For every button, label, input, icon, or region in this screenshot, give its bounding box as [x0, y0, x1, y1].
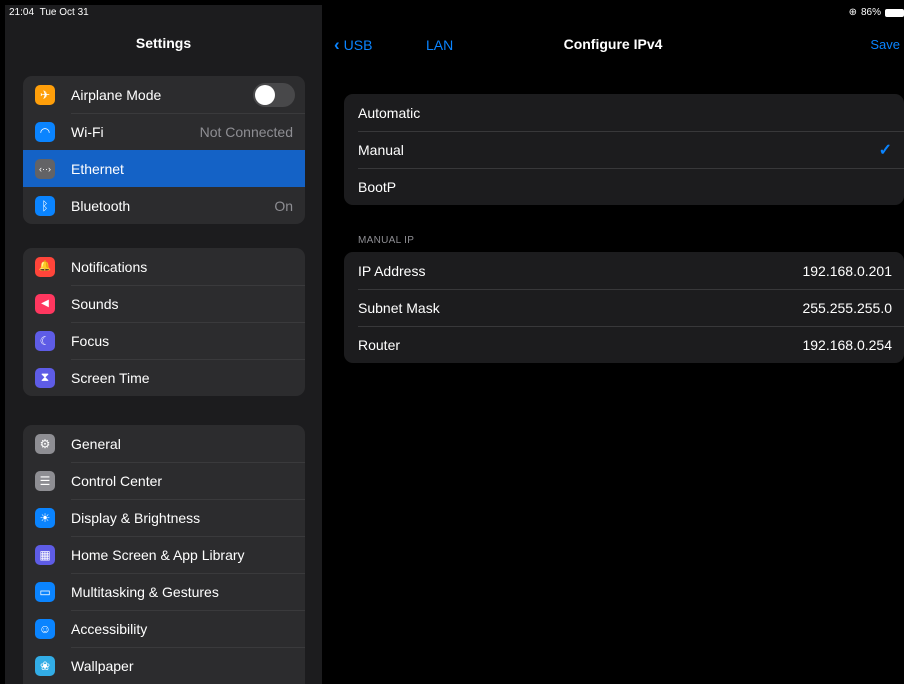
battery-icon: [885, 8, 904, 17]
subnet-mask-field[interactable]: Subnet Mask 255.255.255.0: [344, 289, 904, 326]
multitasking-icon: ▭: [35, 581, 55, 602]
sidebar-item-general[interactable]: ⚙ General: [23, 425, 305, 462]
screen-time-icon: ⧗: [35, 367, 55, 388]
router-value[interactable]: 192.168.0.254: [802, 337, 892, 353]
wallpaper-icon: ❀: [35, 655, 55, 676]
sidebar-item-notifications[interactable]: 🔔 Notifications: [23, 248, 305, 285]
sidebar-item-label: Accessibility: [71, 620, 148, 637]
sidebar-item-label: Focus: [71, 332, 110, 349]
mode-option-bootp[interactable]: BootP: [344, 168, 904, 205]
ethernet-icon: ‹··›: [35, 158, 55, 179]
sidebar-item-airplane-mode[interactable]: ✈ Airplane Mode: [23, 76, 305, 113]
mode-option-label: Manual: [358, 141, 404, 158]
accessibility-icon: ☺: [35, 618, 55, 639]
field-label: IP Address: [358, 262, 426, 279]
field-label: Router: [358, 336, 401, 353]
ip-address-field[interactable]: IP Address 192.168.0.201: [344, 252, 904, 289]
airplane-icon: ✈: [35, 84, 55, 105]
sidebar-item-label: Wi-Fi: [71, 123, 104, 140]
control-center-icon: ☰: [35, 470, 55, 491]
screen: 21:04 Tue Oct 31 Settings ✈ Airplane Mod…: [5, 5, 904, 684]
sidebar-item-label: Bluetooth: [71, 197, 131, 214]
sidebar-item-label: Ethernet: [71, 160, 124, 177]
bluetooth-status: On: [274, 197, 293, 214]
sidebar-item-label: General: [71, 435, 121, 452]
save-button[interactable]: Save: [870, 37, 900, 52]
sidebar-item-label: Display & Brightness: [71, 509, 201, 526]
sidebar-item-multitasking[interactable]: ▭ Multitasking & Gestures: [23, 573, 305, 610]
sidebar-item-label: Control Center: [71, 472, 163, 489]
sidebar-item-ethernet[interactable]: ‹··› Ethernet: [23, 150, 305, 187]
sidebar-item-control-center[interactable]: ☰ Control Center: [23, 462, 305, 499]
status-indicators: ⊕ 86%: [849, 7, 904, 18]
display-brightness-icon: ☀: [35, 507, 55, 528]
sidebar-item-screen-time[interactable]: ⧗ Screen Time: [23, 359, 305, 396]
sidebar-item-home-screen[interactable]: ▦ Home Screen & App Library: [23, 536, 305, 573]
sidebar-item-accessibility[interactable]: ☺ Accessibility: [23, 610, 305, 647]
bluetooth-icon: ᛒ: [35, 195, 55, 216]
sidebar-item-label: Notifications: [71, 258, 148, 275]
manual-ip-section-header: MANUAL IP: [358, 235, 415, 246]
page-title: Configure IPv4: [563, 36, 663, 52]
sidebar-item-wifi[interactable]: ◠ Wi-Fi Not Connected: [23, 113, 305, 150]
mode-option-label: BootP: [358, 178, 397, 195]
wifi-icon: ◠: [35, 121, 55, 142]
sidebar-item-label: Wallpaper: [71, 657, 134, 674]
notifications-icon: 🔔: [35, 256, 55, 277]
connectivity-group: ✈ Airplane Mode ◠ Wi-Fi Not Connected ‹·…: [23, 76, 305, 224]
sidebar-item-label: Sounds: [71, 295, 119, 312]
ip-address-value[interactable]: 192.168.0.201: [802, 263, 892, 279]
focus-icon: ☾: [35, 330, 55, 351]
orientation-lock-icon: ⊕: [848, 7, 857, 18]
sidebar-item-wallpaper[interactable]: ❀ Wallpaper: [23, 647, 305, 684]
sidebar-item-focus[interactable]: ☾ Focus: [23, 322, 305, 359]
mode-option-automatic[interactable]: Automatic: [344, 94, 904, 131]
general-group: ⚙ General ☰ Control Center ☀ Display & B…: [23, 425, 305, 684]
airplane-mode-toggle[interactable]: [253, 82, 295, 107]
checkmark-icon: ✓: [878, 141, 892, 159]
subnet-mask-value[interactable]: 255.255.255.0: [802, 300, 892, 316]
sidebar-item-label: Airplane Mode: [71, 86, 162, 103]
wifi-status: Not Connected: [199, 123, 293, 140]
sidebar-item-label: Home Screen & App Library: [71, 546, 245, 563]
mode-option-label: Automatic: [358, 104, 421, 121]
sidebar-item-label: Multitasking & Gestures: [71, 583, 219, 600]
sidebar-item-sounds[interactable]: ◀ Sounds: [23, 285, 305, 322]
sidebar-title: Settings: [135, 35, 192, 51]
sidebar-item-display-brightness[interactable]: ☀ Display & Brightness: [23, 499, 305, 536]
status-time: 21:04 Tue Oct 31: [9, 7, 89, 18]
general-icon: ⚙: [35, 433, 55, 454]
configure-ipv4-pane: ⊕ 86% ‹ USB LAN Configure IPv4 Save Auto…: [322, 5, 904, 684]
sidebar-item-label: Screen Time: [71, 369, 150, 386]
router-field[interactable]: Router 192.168.0.254: [344, 326, 904, 363]
battery-percent: 86%: [860, 7, 881, 18]
field-label: Subnet Mask: [358, 299, 440, 316]
settings-sidebar: 21:04 Tue Oct 31 Settings ✈ Airplane Mod…: [5, 5, 322, 684]
sounds-icon: ◀: [35, 293, 55, 314]
sidebar-item-bluetooth[interactable]: ᛒ Bluetooth On: [23, 187, 305, 224]
ipv4-mode-list: Automatic Manual ✓ BootP: [344, 94, 904, 205]
manual-ip-fields: IP Address 192.168.0.201 Subnet Mask 255…: [344, 252, 904, 363]
toggle-knob: [255, 84, 275, 105]
mode-option-manual[interactable]: Manual ✓: [344, 131, 904, 168]
home-screen-icon: ▦: [35, 544, 55, 565]
notifications-group: 🔔 Notifications ◀ Sounds ☾ Focus ⧗ Scree…: [23, 248, 305, 396]
